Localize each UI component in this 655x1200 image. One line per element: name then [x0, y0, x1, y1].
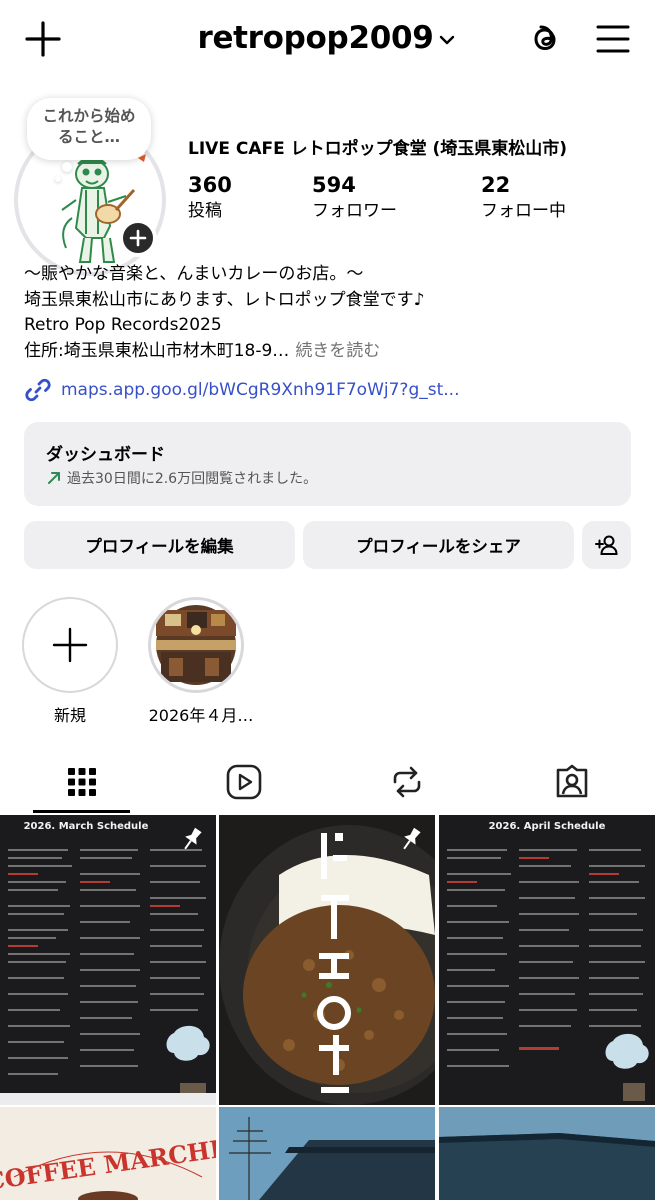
- stat-number: 22: [481, 173, 511, 197]
- profile-tabs: [0, 752, 655, 812]
- dashboard-title: ダッシュボード: [46, 445, 165, 465]
- bio: 〜賑やかな音楽と、んまいカレーのお店。〜 埼玉県東松山市にあります、レトロポップ…: [24, 262, 634, 364]
- add-story-button[interactable]: [119, 219, 157, 257]
- dashboard-subtitle-row: 過去30日間に2.6万回閲覧されました。: [46, 468, 609, 488]
- bio-line: 〜賑やかな音楽と、んまいカレーのお店。〜: [24, 264, 364, 284]
- poster-title: 2026. March Schedule: [24, 821, 149, 832]
- reposts-icon[interactable]: [385, 760, 429, 804]
- note-text: これから始めること…: [42, 107, 136, 146]
- stat-number: 360: [188, 173, 232, 197]
- note-bubble-tail: [55, 176, 61, 182]
- chevron-down-icon: [439, 35, 454, 44]
- highlight-thumbnail: [148, 597, 244, 693]
- building-photo: [219, 1107, 435, 1200]
- stat-followers[interactable]: 594 フォロワー: [312, 172, 397, 223]
- active-tab-indicator: [33, 810, 130, 813]
- professional-dashboard[interactable]: ダッシュボード 過去30日間に2.6万回閲覧されました。: [24, 422, 631, 506]
- discover-people-button[interactable]: [582, 521, 631, 569]
- top-bar: retropop2009: [0, 0, 655, 80]
- stat-label: フォロー中: [481, 201, 566, 221]
- grid-post[interactable]: COFFEE MARCHE: [0, 1107, 216, 1200]
- menu-icon[interactable]: [595, 22, 631, 56]
- highlight-new[interactable]: 新規: [20, 597, 120, 726]
- cafe-interior-image: [156, 605, 236, 685]
- plus-icon: [129, 229, 147, 247]
- note-bubble[interactable]: これから始めること…: [27, 98, 151, 160]
- stat-posts[interactable]: 360 投稿: [188, 172, 232, 223]
- share-profile-button[interactable]: プロフィールをシェア: [303, 521, 574, 569]
- grid-post[interactable]: [219, 815, 435, 1105]
- coffee-marche-poster: COFFEE MARCHE: [0, 1107, 216, 1200]
- stat-label: 投稿: [188, 201, 222, 221]
- plus-icon: [52, 627, 88, 663]
- dashboard-subtitle: 過去30日間に2.6万回閲覧されました。: [67, 471, 318, 487]
- grid-post[interactable]: [439, 1107, 655, 1200]
- bio-line: 住所:埼玉県東松山市材木町18-9…: [24, 340, 290, 361]
- reels-icon[interactable]: [222, 760, 266, 804]
- highlight-april[interactable]: 2026年４月…: [146, 597, 253, 726]
- edit-profile-button[interactable]: プロフィールを編集: [24, 521, 295, 569]
- schedule-poster-image: 2026. March Schedule: [0, 815, 216, 1105]
- add-person-icon: [594, 535, 618, 555]
- grid-post[interactable]: [219, 1107, 435, 1200]
- bio-line: 埼玉県東松山市にあります、レトロポップ食堂です♪: [24, 289, 425, 310]
- profile-link[interactable]: maps.app.goo.gl/bWCgR9Xnh91F7oWj7?g_st..…: [24, 376, 459, 404]
- grid-icon[interactable]: [60, 760, 104, 804]
- note-bubble-tail: [62, 162, 72, 172]
- stat-following[interactable]: 22 フォロー中: [481, 172, 566, 223]
- stat-label: フォロワー: [312, 201, 397, 221]
- pin-icon: [403, 827, 421, 850]
- highlight-label: 2026年４月…: [148, 706, 254, 725]
- link-text: maps.app.goo.gl/bWCgR9Xnh91F7oWj7?g_st..…: [61, 380, 460, 400]
- grid-post[interactable]: 2026. March Schedule: [0, 815, 216, 1105]
- highlight-label: 新規: [53, 706, 86, 725]
- link-icon: [25, 378, 51, 402]
- building-photo: [439, 1107, 655, 1200]
- threads-icon[interactable]: [526, 19, 566, 59]
- bio-line: Retro Pop Records2025: [24, 315, 222, 335]
- poster-title: 2026. April Schedule: [489, 821, 606, 832]
- highlight-new-circle: [22, 597, 118, 693]
- read-more-link[interactable]: 続きを読む: [295, 341, 380, 361]
- display-name: LIVE CAFE レトロポップ食堂 (埼玉県東松山市): [188, 139, 568, 159]
- schedule-poster-image: 2026. April Schedule: [439, 815, 655, 1105]
- trend-up-icon: [48, 472, 60, 484]
- tagged-icon[interactable]: [550, 760, 594, 804]
- pin-icon: [184, 827, 202, 850]
- username: retropop2009: [197, 20, 434, 56]
- curry-photo: [219, 815, 435, 1105]
- bio-line-last: 住所:埼玉県東松山市材木町18-9… 続きを読む: [24, 339, 634, 365]
- stat-number: 594: [312, 173, 356, 197]
- grid-post[interactable]: 2026. April Schedule: [439, 815, 655, 1105]
